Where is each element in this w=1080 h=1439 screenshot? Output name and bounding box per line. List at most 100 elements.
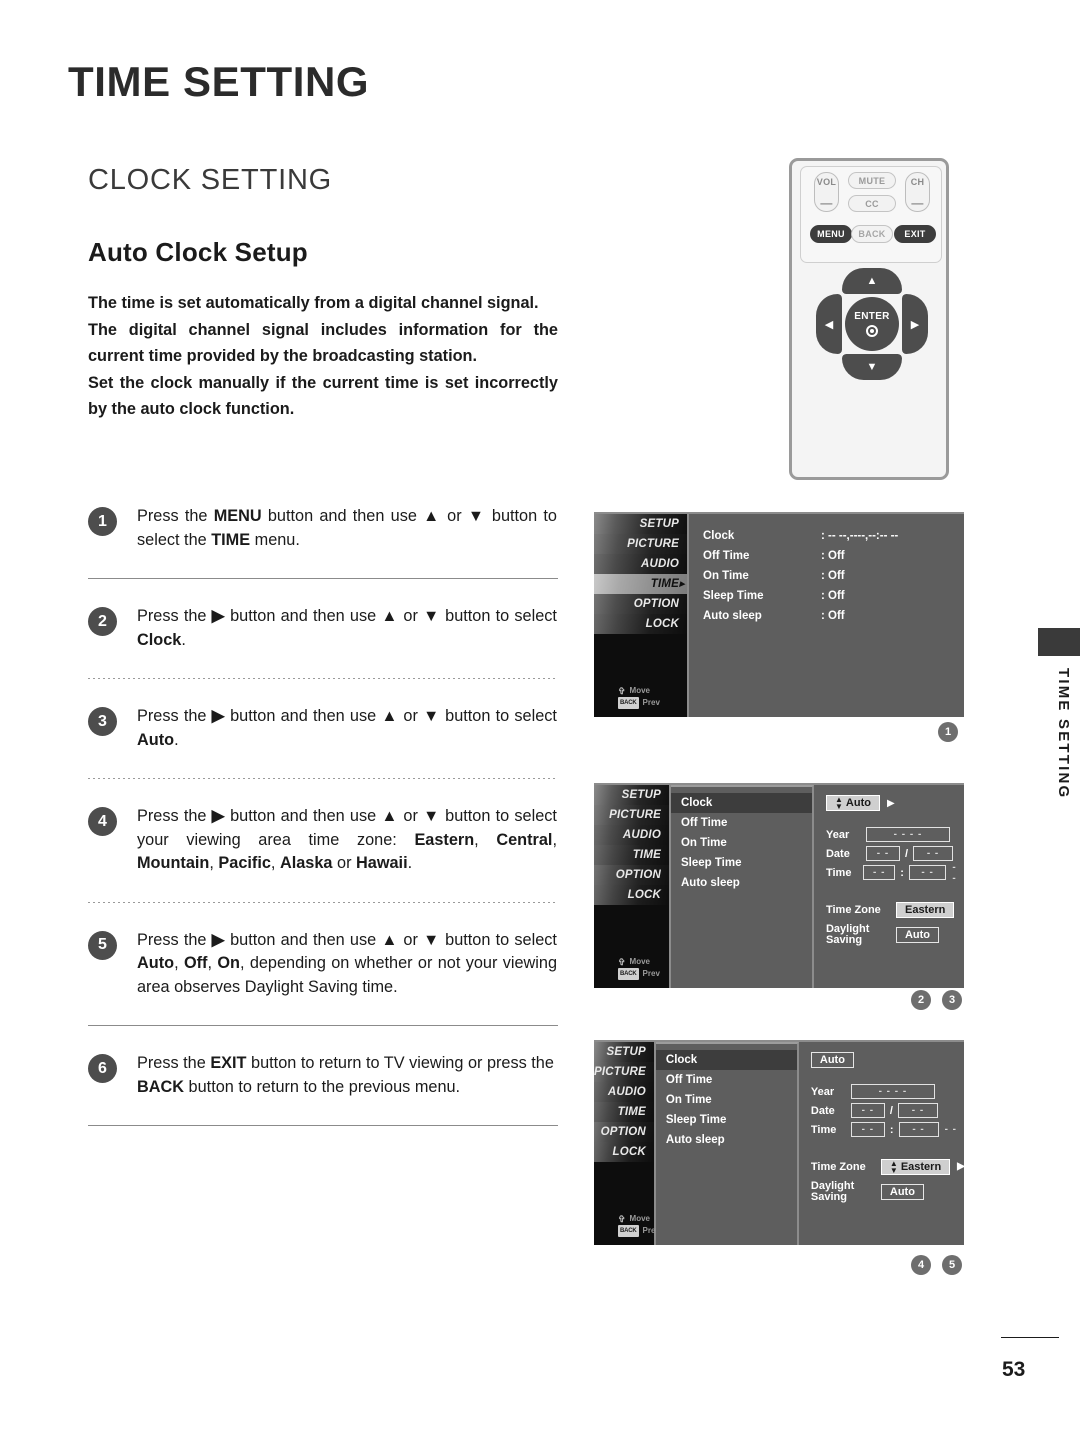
remote-volume-button: VOL — [814, 172, 839, 212]
osd-menu-audio: AUDIO [594, 554, 687, 574]
osd-menu-option: OPTION [594, 594, 687, 614]
enter-label: ENTER [854, 311, 890, 322]
divider-dotted [88, 778, 558, 779]
divider-solid [88, 1025, 558, 1026]
divider-dotted [88, 678, 558, 679]
step-5: 5 Press the ▶ button and then use ▲ or ▼… [88, 929, 558, 1000]
callout-badge: 4 [911, 1255, 931, 1275]
step-badge: 3 [88, 707, 117, 736]
intro-paragraph-1: The time is set automatically from a dig… [88, 294, 539, 312]
step-text: Press the ▶ button and then use ▲ or ▼ b… [137, 607, 557, 649]
step-2: 2 Press the ▶ button and then use ▲ or ▼… [88, 605, 558, 652]
arrow-left-icon: ◀ [816, 294, 842, 354]
move-icon: ✞ [618, 957, 626, 967]
callout-badge: 5 [942, 1255, 962, 1275]
step-badge: 5 [88, 930, 117, 960]
osd-menu-lock: LOCK [594, 1142, 654, 1162]
osd-screenshot-time-zone: SETUP PICTURE AUDIO TIME OPTION LOCK ✞ M… [594, 1040, 965, 1245]
osd-hint-prev: BACK Prev [618, 968, 660, 980]
osd-hint-move: ✞ Move [618, 686, 650, 696]
osd-clock-detail: Auto Year - - - - Date - - / - - Time - … [799, 1042, 965, 1245]
osd-menu-picture: PICTURE [594, 805, 669, 825]
remote-menu-button: MENU [810, 225, 852, 243]
osd-screenshot-time-menu: SETUP PICTURE AUDIO TIME ▶ OPTION LOCK ✞… [594, 512, 964, 717]
osd-row-sleep-time: Sleep Time : Off [703, 590, 845, 602]
osd-menu-lock: LOCK [594, 885, 669, 905]
osd-item-list: Clock Off Time On Time Sleep Time Auto s… [670, 785, 814, 988]
arrow-up-icon: ▲ [842, 268, 902, 294]
timezone-value-chip: ▲ ▼ Eastern [880, 1158, 951, 1175]
channel-label: CH [910, 176, 925, 187]
field-time-zone: Time Zone ▲ ▼ Eastern ▶ [810, 1158, 965, 1175]
remote-channel-button: CH — [905, 172, 930, 212]
remote-mute-button: MUTE [848, 172, 896, 189]
osd-row-off-time: Off Time : Off [703, 550, 845, 562]
callout-group-3: 4 5 [911, 1255, 962, 1275]
osd-screenshot-clock-auto: SETUP PICTURE AUDIO TIME OPTION LOCK ✞ M… [594, 783, 964, 988]
spinner-updown-icon: ▲ ▼ [889, 1158, 898, 1175]
osd-menu-time: TIME [594, 1102, 654, 1122]
callout-group-2: 2 3 [911, 990, 962, 1010]
field-date: Date - - / - - [826, 844, 964, 863]
osd-sidebar: SETUP PICTURE AUDIO TIME OPTION LOCK ✞ M… [594, 785, 671, 988]
osd-row-clock: Clock : -- --,----,--:-- -- [703, 530, 899, 542]
osd-hint-area: ✞ Move BACK Prev [594, 685, 687, 709]
step-6: 6 Press the EXIT button to return to TV … [88, 1052, 558, 1099]
osd-menu-time: TIME ▶ [594, 574, 687, 594]
step-text: Press the ▶ button and then use ▲ or ▼ b… [137, 807, 557, 872]
osd-menu-picture: PICTURE [594, 1062, 654, 1082]
osd-list-item-clock: Clock [670, 793, 812, 813]
date-day-value: - - [897, 1103, 938, 1118]
intro-paragraph-3: Set the clock manually if the current ti… [88, 374, 558, 418]
osd-menu-time: TIME [594, 845, 669, 865]
field-time: Time - - : - - - - [810, 1122, 958, 1137]
clock-mode-chip: ▲ ▼ Auto [825, 795, 880, 811]
clock-mode-chip: Auto [810, 1052, 854, 1068]
remote-enter-button: ENTER [845, 297, 899, 351]
field-time-zone: Time Zone Eastern [826, 900, 964, 919]
page-number: 53 [1002, 1358, 1026, 1381]
osd-hint-prev: BACK Prev [618, 697, 660, 709]
clock-fields: Year - - - - Date - - / - - Time - - : -… [826, 825, 964, 884]
step-text: Press the EXIT button to return to TV vi… [137, 1054, 554, 1096]
timezone-value-chip: Eastern [895, 901, 955, 918]
time-hour-value: - - [850, 1122, 885, 1137]
step-1: 1 Press the MENU button and then use ▲ o… [88, 505, 558, 552]
remote-button-cluster: VOL — CH — MUTE CC MENU BACK EXIT [800, 166, 942, 263]
osd-hint-move: ✞ Move [618, 957, 650, 967]
osd-hint-area: ✞ Move BACK Prev [594, 956, 669, 980]
intro-paragraph-2: The digital channel signal includes info… [88, 321, 558, 365]
step-text: Press the MENU button and then use ▲ or … [137, 507, 557, 549]
step-badge: 6 [88, 1054, 117, 1083]
intro-paragraphs: The time is set automatically from a dig… [88, 290, 558, 423]
osd-menu-picture: PICTURE [594, 534, 687, 554]
osd-menu-setup: SETUP [594, 514, 687, 534]
move-icon: ✞ [618, 1214, 626, 1224]
callout-badge: 1 [938, 722, 958, 742]
osd-hint-area: ✞ Move BACK Prev [594, 1213, 660, 1237]
osd-menu-lock: LOCK [594, 614, 687, 634]
remote-control-illustration: VOL — CH — MUTE CC MENU BACK EXIT ▲ ▼ ◀ … [789, 158, 949, 480]
spinner-updown-icon: ▲ ▼ [834, 795, 843, 811]
step-3: 3 Press the ▶ button and then use ▲ or ▼… [88, 705, 558, 752]
osd-row-on-time: On Time : Off [703, 570, 845, 582]
volume-label: VOL [816, 176, 837, 187]
osd-list-item-off-time: Off Time [680, 817, 728, 829]
divider-solid [88, 578, 558, 579]
field-year: Year - - - - [826, 825, 964, 844]
year-value: - - - - [850, 1084, 935, 1099]
field-year: Year - - - - [811, 1082, 965, 1101]
osd-list-item-on-time: On Time [665, 1094, 712, 1106]
osd-menu-setup: SETUP [594, 1042, 654, 1062]
osd-list-item-on-time: On Time [680, 837, 727, 849]
field-daylight-saving: Daylight Saving Auto [811, 1180, 965, 1202]
osd-hint-move: ✞ Move [618, 1214, 650, 1224]
remote-back-button: BACK [851, 225, 893, 243]
osd-sidebar: SETUP PICTURE AUDIO TIME ▶ OPTION LOCK ✞… [594, 514, 689, 717]
osd-list-item-sleep-time: Sleep Time [680, 857, 742, 869]
field-date: Date - - / - - [811, 1101, 965, 1120]
remote-cc-button: CC [848, 195, 896, 212]
clock-fields: Year - - - - Date - - / - - Time - - : -… [811, 1082, 965, 1139]
divider-solid [88, 1125, 558, 1126]
step-4: 4 Press the ▶ button and then use ▲ or ▼… [88, 805, 558, 876]
